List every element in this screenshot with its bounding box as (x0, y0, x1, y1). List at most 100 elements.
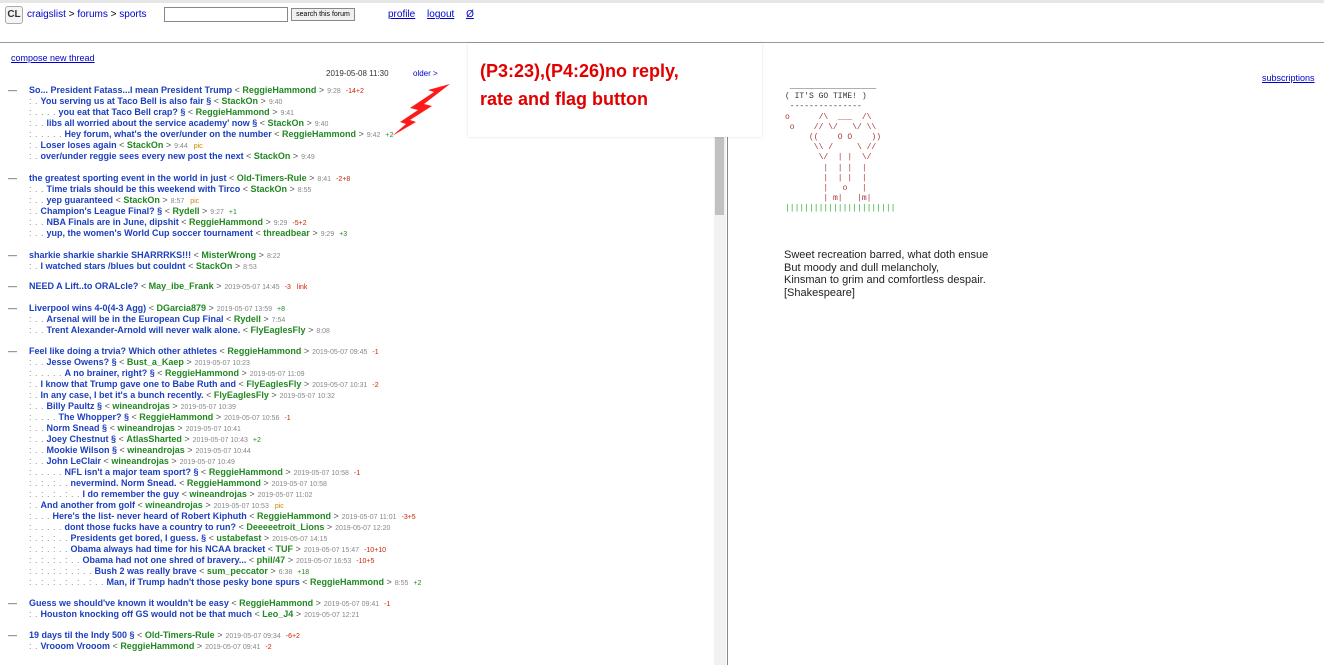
author-link[interactable]: AtlasSharted (126, 434, 182, 444)
post-title-link[interactable]: I watched stars /blues but couldnt (41, 261, 186, 271)
post-title-link[interactable]: Guess we should've known it wouldn't be … (29, 598, 229, 608)
post-title-link[interactable]: Norm Snead § (47, 423, 108, 433)
author-link[interactable]: StackOn (196, 261, 233, 271)
author-link[interactable]: StackOn (127, 140, 164, 150)
pic-tag[interactable]: pic (190, 198, 199, 205)
post-title-link[interactable]: sharkie sharkie sharkie SHARRRKS!!! (29, 250, 191, 260)
author-link[interactable]: ReggieHammond (282, 129, 356, 139)
post-title-link[interactable]: Joey Chestnut § (47, 434, 117, 444)
author-link[interactable]: wineandrojas (112, 401, 170, 411)
author-link[interactable]: wineandrojas (127, 445, 185, 455)
author-link[interactable]: phil/47 (257, 555, 286, 565)
post-title-link[interactable]: Obama always had time for his NCAA brack… (71, 544, 266, 554)
post-title-link[interactable]: Vrooom Vrooom (41, 641, 111, 651)
author-link[interactable]: ReggieHammond (242, 85, 316, 95)
author-link[interactable]: Old-Timers-Rule (237, 173, 307, 183)
author-link[interactable]: ReggieHammond (165, 368, 239, 378)
pic-tag[interactable]: pic (194, 143, 203, 150)
author-link[interactable]: DGarcia879 (156, 303, 206, 313)
post-title-link[interactable]: you eat that Taco Bell crap? § (59, 107, 186, 117)
author-link[interactable]: ReggieHammond (189, 217, 263, 227)
post-title-link[interactable]: yep guaranteed (47, 195, 114, 205)
post-title-link[interactable]: I know that Trump gave one to Babe Ruth … (41, 379, 237, 389)
search-button[interactable]: search this forum (291, 8, 355, 21)
settings-link[interactable]: Ø (466, 9, 474, 20)
subscriptions-link[interactable]: subscriptions (1262, 73, 1315, 83)
author-link[interactable]: Bust_a_Kaep (127, 357, 184, 367)
post-title-link[interactable]: Man, if Trump hadn't those pesky bone sp… (107, 577, 300, 587)
author-link[interactable]: ReggieHammond (196, 107, 270, 117)
author-link[interactable]: FlyEaglesFly (214, 390, 269, 400)
post-title-link[interactable]: Trent Alexander-Arnold will never walk a… (47, 325, 241, 335)
author-link[interactable]: FlyEaglesFly (246, 379, 301, 389)
author-link[interactable]: Deeeeetroit_Lions (246, 522, 324, 532)
author-link[interactable]: wineandrojas (117, 423, 175, 433)
post-title-link[interactable]: You serving us at Taco Bell is also fair… (41, 96, 212, 106)
author-link[interactable]: ReggieHammond (120, 641, 194, 651)
post-title-link[interactable]: the greatest sporting event in the world… (29, 173, 227, 183)
author-link[interactable]: ReggieHammond (310, 577, 384, 587)
post-title-link[interactable]: Jesse Owens? § (47, 357, 117, 367)
author-link[interactable]: MisterWrong (201, 250, 256, 260)
author-link[interactable]: ReggieHammond (227, 346, 301, 356)
search-input[interactable] (164, 7, 288, 22)
author-link[interactable]: Rydell (234, 314, 261, 324)
post-title-link[interactable]: And another from golf (41, 500, 136, 510)
author-link[interactable]: May_ibe_Frank (149, 281, 214, 291)
post-title-link[interactable]: Here's the list- never heard of Robert K… (53, 511, 247, 521)
author-link[interactable]: TUF (276, 544, 294, 554)
author-link[interactable]: StackOn (254, 151, 291, 161)
post-title-link[interactable]: Feel like doing a trvia? Which other ath… (29, 346, 217, 356)
author-link[interactable]: ustabefast (216, 533, 261, 543)
post-title-link[interactable]: Loser loses again (41, 140, 117, 150)
author-link[interactable]: wineandrojas (145, 500, 203, 510)
post-title-link[interactable]: Liverpool wins 4-0(4-3 Agg) (29, 303, 146, 313)
author-link[interactable]: StackOn (268, 118, 305, 128)
author-link[interactable]: ReggieHammond (239, 598, 313, 608)
post-title-link[interactable]: Arsenal will be in the European Cup Fina… (47, 314, 224, 324)
post-title-link[interactable]: John LeClair (47, 456, 102, 466)
craigslist-logo[interactable]: CL (5, 6, 23, 24)
post-title-link[interactable]: Hey forum, what's the over/under on the … (65, 129, 272, 139)
post-title-link[interactable]: yup, the women's World Cup soccer tourna… (47, 228, 254, 238)
author-link[interactable]: ReggieHammond (139, 412, 213, 422)
author-link[interactable]: StackOn (251, 184, 288, 194)
post-title-link[interactable]: Mookie Wilson § (47, 445, 117, 455)
compose-thread-link[interactable]: compose new thread (11, 53, 95, 63)
link-tag[interactable]: link (297, 284, 308, 291)
post-title-link[interactable]: Billy Paultz § (47, 401, 103, 411)
post-title-link[interactable]: I do remember the guy (83, 489, 180, 499)
post-title-link[interactable]: The Whopper? § (59, 412, 130, 422)
post-title-link[interactable]: NFL isn't a major team sport? § (65, 467, 199, 477)
author-link[interactable]: wineandrojas (189, 489, 247, 499)
older-link[interactable]: older > (413, 69, 438, 78)
author-link[interactable]: ReggieHammond (209, 467, 283, 477)
author-link[interactable]: StackOn (123, 195, 160, 205)
logout-link[interactable]: logout (427, 9, 454, 20)
author-link[interactable]: Old-Timers-Rule (145, 630, 215, 640)
post-title-link[interactable]: Houston knocking off GS would not be tha… (41, 609, 253, 619)
post-title-link[interactable]: Obama had not one shred of bravery... (83, 555, 247, 565)
post-title-link[interactable]: 19 days til the Indy 500 § (29, 630, 135, 640)
author-link[interactable]: sum_peccator (207, 566, 268, 576)
breadcrumb-forums[interactable]: forums (77, 9, 108, 20)
post-title-link[interactable]: NEED A Lift..to ORALcle? (29, 281, 138, 291)
author-link[interactable]: ReggieHammond (257, 511, 331, 521)
post-title-link[interactable]: A no brainer, right? § (65, 368, 155, 378)
author-link[interactable]: wineandrojas (111, 456, 169, 466)
pic-tag[interactable]: pic (275, 503, 284, 510)
post-title-link[interactable]: dont those fucks have a country to run? (65, 522, 237, 532)
author-link[interactable]: ReggieHammond (187, 478, 261, 488)
post-title-link[interactable]: NBA Finals are in June, dipshit (47, 217, 179, 227)
post-title-link[interactable]: Presidents get bored, I guess. § (71, 533, 207, 543)
breadcrumb-craigslist[interactable]: craigslist (27, 9, 66, 20)
scrollbar-thumb[interactable] (715, 135, 724, 215)
post-title-link[interactable]: nevermind. Norm Snead. (71, 478, 177, 488)
post-title-link[interactable]: In any case, I bet it's a bunch recently… (41, 390, 204, 400)
author-link[interactable]: FlyEaglesFly (251, 325, 306, 335)
author-link[interactable]: threadbear (263, 228, 310, 238)
post-title-link[interactable]: Champion's League Final? § (41, 206, 163, 216)
post-title-link[interactable]: libs all worried about the service acade… (47, 118, 258, 128)
author-link[interactable]: Leo_J4 (262, 609, 293, 619)
author-link[interactable]: StackOn (222, 96, 259, 106)
